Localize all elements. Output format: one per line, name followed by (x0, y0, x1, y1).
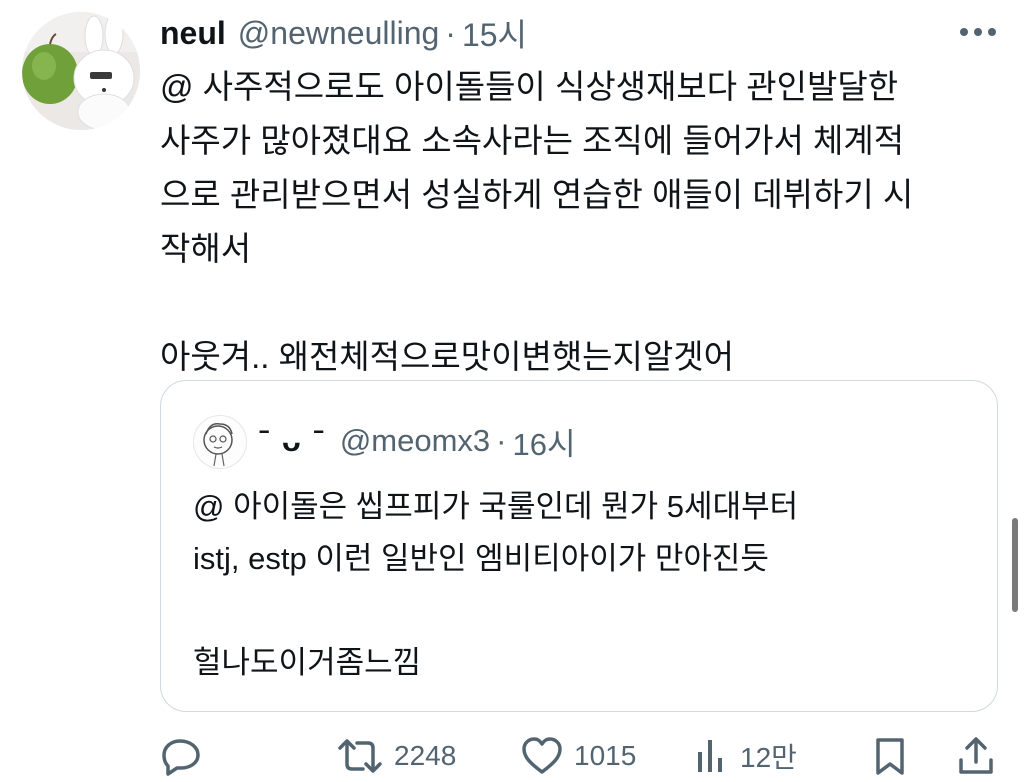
author-handle[interactable]: @newneulling (238, 15, 440, 52)
quoted-post-time[interactable]: 16시 (512, 419, 575, 464)
reply-button[interactable] (160, 732, 214, 780)
quoted-tweet-card[interactable]: ˉ ᴗ ˉ @meomx3 · 16시 @ 아이돌은 씹프피가 국룰인데 뭔가 … (160, 380, 998, 712)
quoted-tweet-line: @ 아이돌은 씹프피가 국룰인데 뭔가 5세대부터 (193, 489, 799, 524)
quoted-tweet-line: istj, estp 이런 일반인 엠비티아이가 만아진듯 (193, 541, 769, 576)
tweet-action-bar: 2248 1015 12만 (160, 732, 1000, 780)
tweet-line: 으로 관리받으면서 성실하게 연습한 애들이 데뷔하기 시 (160, 176, 914, 213)
like-button[interactable]: 1015 (520, 732, 636, 780)
quoted-author-avatar[interactable] (193, 415, 247, 469)
author-name[interactable]: neul (160, 15, 226, 52)
quoted-tweet-line: 헐나도이거좀느낌 (193, 645, 422, 680)
author-avatar-image (22, 12, 140, 130)
bookmark-icon (876, 738, 904, 775)
post-time[interactable]: 15시 (462, 10, 527, 56)
author-avatar[interactable] (22, 12, 140, 130)
more-button[interactable] (954, 14, 1002, 50)
more-icon (960, 28, 996, 36)
tweet-line: @ 사주적으로도 아이돌들이 식상생재보다 관인발달한 (160, 68, 899, 105)
quoted-avatar-image (194, 416, 246, 468)
retweet-icon (338, 739, 382, 773)
views-count: 12만 (740, 742, 797, 773)
share-icon (959, 737, 993, 774)
separator-dot: · (496, 423, 507, 458)
tweet-line: 사주가 많아졌대요 소속사라는 조직에 들어가서 체계적 (160, 122, 905, 159)
heart-icon (522, 737, 562, 774)
separator-dot: · (445, 14, 456, 51)
tweet-text: @ 사주적으로도 아이돌들이 식상생재보다 관인발달한 사주가 많아졌대요 소속… (160, 60, 1000, 384)
quoted-tweet-text: @ 아이돌은 씹프피가 국룰인데 뭔가 5세대부터 istj, estp 이런 … (193, 481, 973, 689)
quoted-author-name[interactable]: ˉ ᴗ ˉ (259, 423, 326, 459)
reply-icon (162, 739, 200, 776)
views-icon (698, 740, 722, 772)
retweet-count: 2248 (394, 740, 457, 771)
bookmark-button[interactable] (870, 732, 910, 780)
views-button[interactable]: 12만 (694, 732, 797, 780)
like-count: 1015 (574, 740, 637, 771)
quoted-tweet-header: ˉ ᴗ ˉ @meomx3 · 16시 (259, 415, 576, 467)
share-button[interactable] (956, 732, 996, 780)
tweet-line: 작해서 (160, 230, 252, 267)
quoted-author-handle[interactable]: @meomx3 (340, 423, 490, 459)
tweet-header: neul @newneulling · 15시 (160, 8, 527, 58)
tweet-line: 아웃겨.. 왜전체적으로맛이변햇는지알겟어 (160, 338, 734, 375)
scrollbar[interactable] (1012, 518, 1018, 612)
retweet-button[interactable]: 2248 (336, 732, 456, 780)
